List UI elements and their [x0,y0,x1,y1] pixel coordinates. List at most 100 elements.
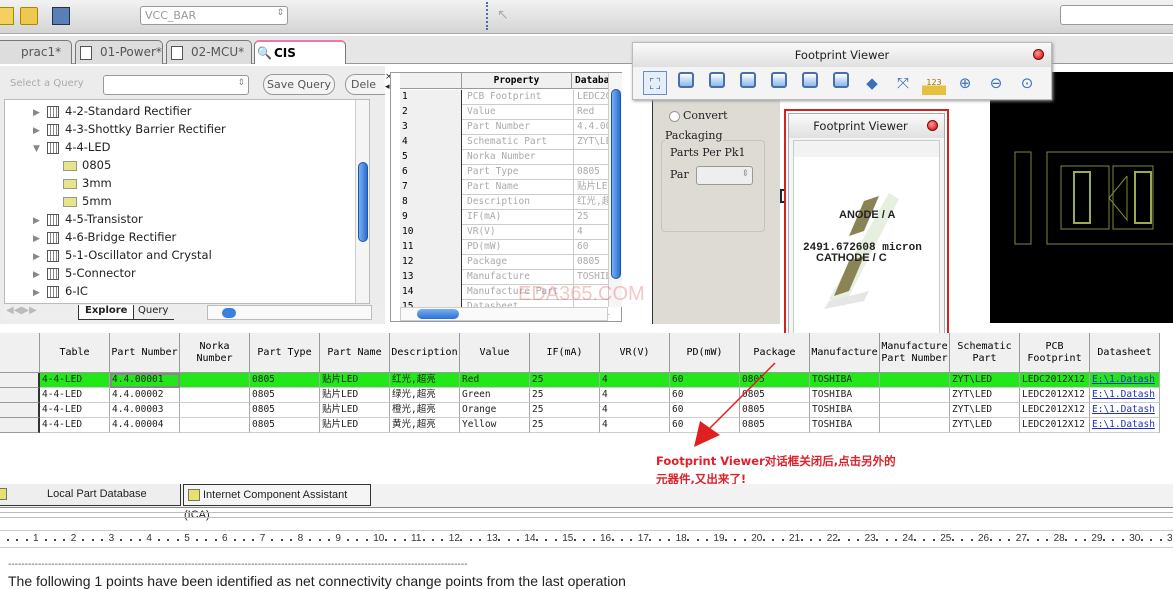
close-icon[interactable] [1033,49,1044,60]
ruler-tick [290,539,293,541]
query-select[interactable]: ⇕ [103,75,249,95]
select-query-label: Select a Query [10,78,84,89]
property-row[interactable]: 5 Norka Number [400,150,610,165]
save-icon[interactable] [52,7,70,25]
column-header[interactable]: PCB Footprint [1020,333,1090,373]
property-row[interactable]: 8Description红光,超亮 [400,195,612,210]
tab-ica[interactable]: Internet Component Assistant (ICA) [183,484,371,521]
datasheet-link[interactable]: E:\1.Datash [1090,373,1160,388]
tree-node[interactable]: ▶ 5-Connector [33,264,136,282]
property-row[interactable]: 2 Value Red [400,105,610,120]
row-header[interactable] [0,403,40,418]
back-view-icon[interactable] [767,71,791,95]
property-row[interactable]: 11 PD(mW) 60 [400,240,610,255]
collapse-arrow-icon[interactable]: ▼ [33,140,43,158]
column-header[interactable]: Part Type [250,333,320,373]
toolbar-grip[interactable] [486,2,489,30]
left-view-icon[interactable] [798,71,822,95]
zoom-in-icon[interactable]: ⊕ [953,71,977,95]
measure-icon[interactable]: 123 [922,71,946,95]
tree-node[interactable]: 0805 [63,156,111,174]
datasheet-link[interactable]: E:\1.Datash [1090,388,1160,403]
new-icon[interactable] [0,7,14,25]
delete-query-button[interactable]: Dele [345,74,385,95]
property-row[interactable]: 12 Package 0805 [400,255,610,270]
column-header[interactable]: Value [460,333,530,373]
tree-node[interactable]: ▶ 4-2-Standard Rectifier [33,102,192,120]
property-row[interactable]: 7 Part Name 贴片LED [400,180,612,195]
tree-node[interactable]: ▶ 4-3-Shottky Barrier Rectifier [33,120,226,138]
column-header[interactable]: Norka Number [180,333,250,373]
splitter[interactable] [0,512,1173,518]
zoom-fit-icon[interactable]: ⊙ [1015,71,1039,95]
tree-node[interactable]: ▶ 5-1-Oscillator and Crystal [33,246,212,264]
tab-01-power[interactable]: 01-Power* [75,40,163,64]
column-header[interactable]: Datasheet [1090,333,1160,373]
tab-cis-explorer[interactable]: 🔍CIS Explorer [254,40,346,82]
tree-node[interactable]: ▼ 4-4-LED [33,138,110,156]
datasheet-link[interactable]: E:\1.Datash [1090,418,1160,433]
column-header[interactable]: Table [40,333,110,373]
tree-vscrollbar[interactable] [355,100,369,303]
tree-node[interactable]: 5mm [63,192,112,210]
ruler-tick [1008,539,1011,541]
tab-local-part-database[interactable]: Local Part Database [0,484,181,506]
property-header[interactable]: Property [462,73,572,89]
close-icon[interactable] [927,120,938,131]
3d-view-icon[interactable]: ⛶ [643,71,667,95]
property-row[interactable]: 6 Part Type 0805 [400,165,610,180]
property-row[interactable]: 9 IF(mA) 25 [400,210,610,225]
front-view-icon[interactable] [736,71,760,95]
column-header[interactable]: Part Name [320,333,390,373]
tree-node[interactable]: 3mm [63,174,112,192]
row-header[interactable] [0,388,40,403]
net-combo[interactable]: VCC_BAR ⇕ [140,6,288,25]
column-header[interactable]: Description [390,333,460,373]
expand-arrow-icon[interactable]: ▶ [33,284,43,302]
property-vscrollbar[interactable] [608,73,622,307]
save-query-button[interactable]: Save Query [263,74,335,95]
top-view-icon[interactable] [674,71,698,95]
ruler-tick-label: 28 [1053,533,1065,544]
pointer-icon[interactable]: ↖ [497,7,515,25]
par-spinner[interactable]: ⇕ [696,166,753,185]
tab-prac1[interactable]: prac1* [0,40,72,64]
property-row[interactable]: 1PCB FootprintLEDC201 [400,90,612,105]
property-hscrollbar[interactable] [400,307,608,321]
property-row[interactable]: 10 VR(V) 4 [400,225,610,240]
zoom-out-icon[interactable]: ⊖ [984,71,1008,95]
tree-node[interactable]: ▶ 4-5-Transistor [33,210,143,228]
column-header[interactable]: Manufacture [810,333,880,373]
property-row[interactable]: 3Part Number4.4.000 [400,120,612,135]
open-folder-icon[interactable] [20,7,38,25]
row-header[interactable] [0,418,40,433]
scroll-thumb[interactable] [611,89,621,279]
tab-02-mcu[interactable]: 02-MCU* [166,40,252,64]
toolbar-search-combo[interactable] [1060,5,1173,25]
scroll-thumb[interactable] [222,308,236,318]
scroll-thumb[interactable] [358,162,368,242]
tree-hscrollbar[interactable] [207,305,372,320]
column-header[interactable]: Part Number [110,333,180,373]
column-header[interactable]: Manufacture Part Number [880,333,950,373]
datasheet-link[interactable]: E:\1.Datash [1090,403,1160,418]
tab-query[interactable]: Query [132,305,175,320]
row-header[interactable] [0,373,40,388]
right-view-icon[interactable] [829,71,853,95]
column-header[interactable]: VR(V) [600,333,670,373]
column-header[interactable]: Schematic Part [950,333,1020,373]
solid-cube-icon[interactable]: ◆ [860,71,884,95]
ruler-tick [271,539,274,541]
axes-icon[interactable]: ⤧ [891,71,915,95]
tree-node-label: 0805 [82,158,112,172]
nav-arrows-icon[interactable]: ◀◀▶▶ [6,305,37,316]
scroll-thumb[interactable] [417,309,459,319]
database-header[interactable]: Databa [572,73,612,89]
tree-node[interactable]: ▶ 6-IC [33,282,88,300]
tab-explore[interactable]: Explore [78,305,135,320]
column-header[interactable]: IF(mA) [530,333,600,373]
property-row[interactable]: 4Schematic PartZYT\LED [400,135,612,150]
bottom-view-icon[interactable] [705,71,729,95]
tree-node[interactable]: ▶ 4-6-Bridge Rectifier [33,228,176,246]
convert-radio[interactable]: Convert [669,109,728,122]
